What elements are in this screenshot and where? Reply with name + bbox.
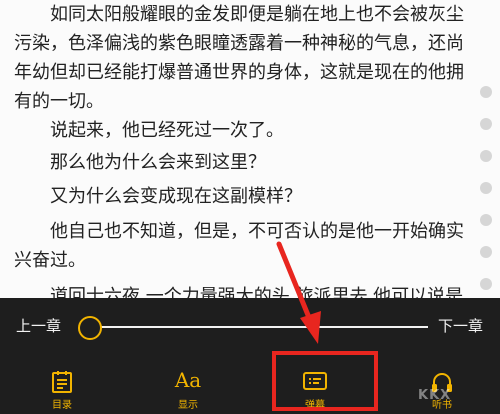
catalog-icon xyxy=(52,371,72,393)
scroll-dot xyxy=(480,118,492,130)
scroll-dot xyxy=(480,182,492,194)
page-scroll-indicator xyxy=(480,86,492,298)
paragraph-4: 又为什么会变成现在这副模样？ xyxy=(50,186,302,207)
tab-danmaku-label: 弹幕 xyxy=(305,400,325,411)
scroll-dot xyxy=(480,246,492,258)
reader-content[interactable]: 如同太阳般耀眼的金发即便是躺在地上也不会被灰尘污染，色泽偏浅的紫色眼瞳透露着一种… xyxy=(0,0,500,298)
chapter-progress-knob[interactable] xyxy=(78,316,102,340)
scroll-dot xyxy=(480,214,492,226)
scroll-dot xyxy=(480,278,492,290)
paragraph-3: 那么他为什么会来到这里？ xyxy=(50,152,266,173)
paragraph-1: 如同太阳般耀眼的金发即便是躺在地上也不会被灰尘污染，色泽偏浅的紫色眼瞳透露着一种… xyxy=(14,4,464,112)
prev-chapter-button[interactable]: 上一章 xyxy=(16,316,61,336)
chapter-progress-track[interactable] xyxy=(98,326,428,328)
tab-danmaku[interactable]: 弹幕 xyxy=(275,364,355,414)
tab-display-label: 显示 xyxy=(178,400,198,411)
tab-catalog-label: 目录 xyxy=(52,400,72,411)
scroll-dot xyxy=(480,86,492,98)
tab-catalog[interactable]: 目录 xyxy=(22,364,102,414)
paragraph-2: 说起来，他已经死过一次了。 xyxy=(50,120,284,141)
danmaku-icon xyxy=(303,372,327,390)
font-display-icon: Aa xyxy=(174,368,202,392)
paragraph-6-partial: 道回士六夜 一个力量强大的头 旅派里去 他可以说是 xyxy=(50,286,464,298)
paragraph-5: 他自己也不知道，但是，不可否认的是他一开始确实兴奋过。 xyxy=(14,221,464,271)
tab-display[interactable]: Aa 显示 xyxy=(148,364,228,414)
watermark: KKX xyxy=(418,388,452,403)
scroll-dot xyxy=(480,150,492,162)
next-chapter-button[interactable]: 下一章 xyxy=(438,316,483,336)
